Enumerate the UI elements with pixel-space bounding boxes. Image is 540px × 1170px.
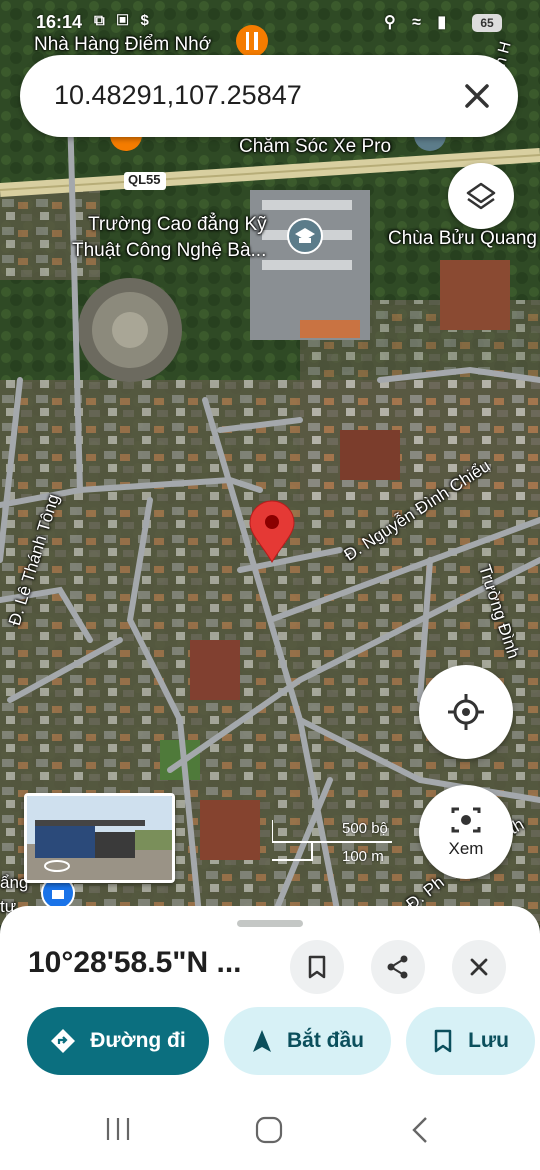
search-query[interactable]: 10.48291,107.25847 <box>54 80 302 111</box>
recent-apps-button[interactable] <box>104 1115 132 1148</box>
camera-lens-icon <box>451 807 481 833</box>
navigation-arrow-icon <box>252 1030 271 1052</box>
place-label-college-line2[interactable]: Thuật Công Nghệ Bà... <box>72 240 266 262</box>
battery-icon: 65 <box>472 14 502 32</box>
status-bar: 16:14 ⧉ ▣ $ ⚲ ≈ ▮ 65 <box>0 8 540 38</box>
search-bar[interactable]: 10.48291,107.25847 <box>20 55 518 137</box>
bookmark-button[interactable] <box>290 940 344 994</box>
directions-icon <box>51 1029 76 1053</box>
coordinates-title: 10°28'58.5"N ... <box>28 946 242 979</box>
share-icon <box>387 955 408 979</box>
school-icon <box>287 218 323 254</box>
crosshair-icon <box>448 694 484 730</box>
scale-meters: 100 m <box>342 848 384 865</box>
signal-icons: ⚲ ≈ ▮ <box>384 14 453 31</box>
status-time: 16:14 <box>36 12 83 32</box>
close-sheet-button[interactable] <box>452 940 506 994</box>
directions-button[interactable]: Đường đi <box>27 1007 209 1075</box>
lens-view-label: Xem <box>448 839 484 858</box>
start-label: Bắt đầu <box>286 1029 364 1052</box>
place-label-pagoda[interactable]: Chùa Bửu Quang <box>388 228 537 250</box>
street-view-thumbnail[interactable] <box>24 793 175 883</box>
route-label-ql55: QL55 <box>128 172 161 187</box>
share-button[interactable] <box>371 940 425 994</box>
start-button[interactable]: Bắt đầu <box>224 1007 391 1075</box>
close-icon <box>470 958 488 976</box>
close-icon[interactable] <box>458 77 496 115</box>
save-label: Lưu <box>468 1029 509 1052</box>
bookmark-icon <box>308 955 326 979</box>
place-label-car-care[interactable]: Chăm Sóc Xe Pro <box>239 136 391 158</box>
home-icon <box>255 1116 283 1144</box>
back-icon <box>412 1117 427 1143</box>
back-button[interactable] <box>408 1115 432 1150</box>
system-nav-bar <box>0 1095 540 1170</box>
home-button[interactable] <box>254 1115 284 1150</box>
layers-icon <box>466 182 496 210</box>
directions-label: Đường đi <box>90 1029 186 1052</box>
notification-icons: ⧉ ▣ $ <box>94 12 153 29</box>
recent-apps-icon <box>106 1118 130 1140</box>
my-location-button[interactable] <box>419 665 513 759</box>
bookmark-icon <box>434 1029 452 1053</box>
save-button[interactable]: Lưu <box>406 1007 535 1075</box>
scale-feet: 500 bộ <box>342 820 388 837</box>
lens-view-button[interactable]: Xem <box>419 785 513 879</box>
drag-handle[interactable] <box>237 920 303 927</box>
layers-button[interactable] <box>448 163 514 229</box>
map-scale: 500 bộ 100 m <box>272 818 402 868</box>
place-label-college-line1[interactable]: Trường Cao đẳng Kỹ <box>88 214 267 236</box>
